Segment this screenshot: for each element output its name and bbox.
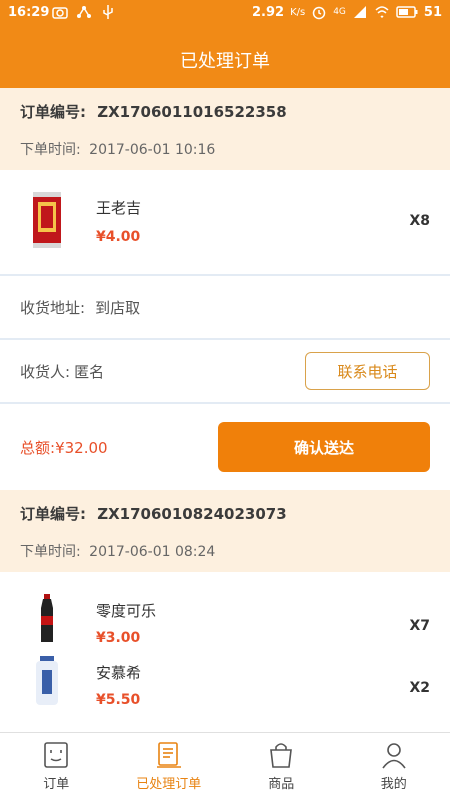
order-time-value: 2017-06-01 08:24 (89, 544, 216, 560)
tab-label: 我的 (380, 777, 407, 792)
item-quantity: X8 (409, 213, 430, 229)
shopping-bag-icon (270, 743, 293, 768)
total-value: ¥32.00 (55, 438, 108, 457)
order-footer: 总额:¥32.00 确认送达 (0, 402, 450, 490)
camera-icon (52, 7, 68, 19)
speed-unit: K/s (290, 6, 306, 18)
status-icons-right: 2.92 K/s 4G 51 (252, 4, 442, 20)
item-price: ¥4.00 (96, 229, 141, 245)
order-time: 下单时间: 2017-06-01 10:16 (20, 132, 430, 170)
item-name: 安慕希 (96, 664, 142, 682)
tab-orders[interactable]: 订单 (0, 733, 113, 800)
order-time-label: 下单时间: (20, 142, 81, 158)
tab-label: 订单 (43, 777, 70, 792)
status-bar: 16:29 2.92 K/s 4G 51 (0, 0, 450, 28)
page-title: 已处理订单 (180, 51, 270, 72)
status-icons-left (52, 4, 116, 20)
signal-icon (353, 6, 366, 18)
tab-label: 已处理订单 (136, 777, 202, 792)
tab-processed-orders[interactable]: 已处理订单 (113, 733, 226, 800)
tab-label: 商品 (268, 777, 295, 792)
order-number: 订单编号: ZX1706011016522358 (20, 88, 430, 132)
receiver-label: 收货人: (20, 362, 71, 381)
order-number-value: ZX1706010824023073 (97, 505, 287, 523)
order-number-label: 订单编号: (20, 103, 86, 121)
wifi-icon (375, 6, 389, 19)
herbal-tea-can-icon (33, 192, 61, 248)
list-item[interactable]: 王老吉 ¥4.00 X8 (0, 170, 450, 274)
receiver-value: 匿名 (74, 362, 105, 381)
item-name: 王老吉 (96, 199, 142, 217)
item-quantity: X2 (409, 680, 430, 696)
total-label: 总额: (20, 438, 56, 457)
item-price: ¥5.50 (96, 692, 141, 708)
address-value: 到店取 (95, 298, 141, 317)
share-icon (77, 6, 91, 18)
item-price: ¥3.00 (96, 630, 141, 646)
signal-label: 4G (333, 7, 346, 17)
order-items: 零度可乐 ¥3.00 X7 安慕希 ¥5.50 X2 (0, 572, 450, 732)
contact-phone-button[interactable]: 联系电话 (305, 352, 430, 390)
address-row: 收货地址: 到店取 (0, 274, 450, 338)
order-number-value: ZX1706011016522358 (97, 103, 287, 121)
tab-products[interactable]: 商品 (225, 733, 338, 800)
order-number-label: 订单编号: (20, 505, 86, 523)
order-face-icon (44, 742, 69, 768)
top-bar: 16:29 2.92 K/s 4G 51 已处理订单 (0, 0, 450, 88)
address-label: 收货地址: (20, 298, 86, 317)
item-name: 零度可乐 (96, 602, 157, 620)
processed-orders-icon (156, 742, 181, 768)
alarm-icon (312, 6, 326, 20)
receiver-row: 收货人: 匿名 联系电话 (0, 338, 450, 402)
tab-mine[interactable]: 我的 (338, 733, 450, 800)
order-items: 王老吉 ¥4.00 X8 (0, 170, 450, 274)
battery-icon (396, 6, 418, 18)
order-header: 订单编号: ZX1706010824023073 下单时间: 2017-06-0… (0, 490, 450, 572)
order-total: 总额:¥32.00 (20, 437, 108, 458)
order-time-label: 下单时间: (20, 544, 81, 560)
order-time: 下单时间: 2017-06-01 08:24 (20, 534, 430, 572)
user-icon (382, 743, 406, 769)
cola-bottle-icon (41, 594, 53, 642)
network-speed: 2.92 (251, 4, 285, 20)
bottom-tab-bar: 订单 已处理订单 商品 我的 (0, 732, 450, 800)
confirm-delivery-button[interactable]: 确认送达 (218, 422, 430, 472)
list-item[interactable]: 零度可乐 ¥3.00 X7 (0, 586, 450, 648)
status-time: 16:29 (8, 5, 50, 20)
yogurt-bottle-icon (36, 656, 58, 705)
order-number: 订单编号: ZX1706010824023073 (20, 490, 430, 534)
order-list[interactable]: 订单编号: ZX1706011016522358 下单时间: 2017-06-0… (0, 88, 450, 732)
item-quantity: X7 (409, 618, 430, 634)
battery-level: 51 (423, 4, 442, 20)
order-time-value: 2017-06-01 10:16 (89, 142, 216, 158)
usb-icon (103, 5, 113, 19)
list-item[interactable]: 安慕希 ¥5.50 X2 (0, 648, 450, 710)
order-header: 订单编号: ZX1706011016522358 下单时间: 2017-06-0… (0, 88, 450, 170)
